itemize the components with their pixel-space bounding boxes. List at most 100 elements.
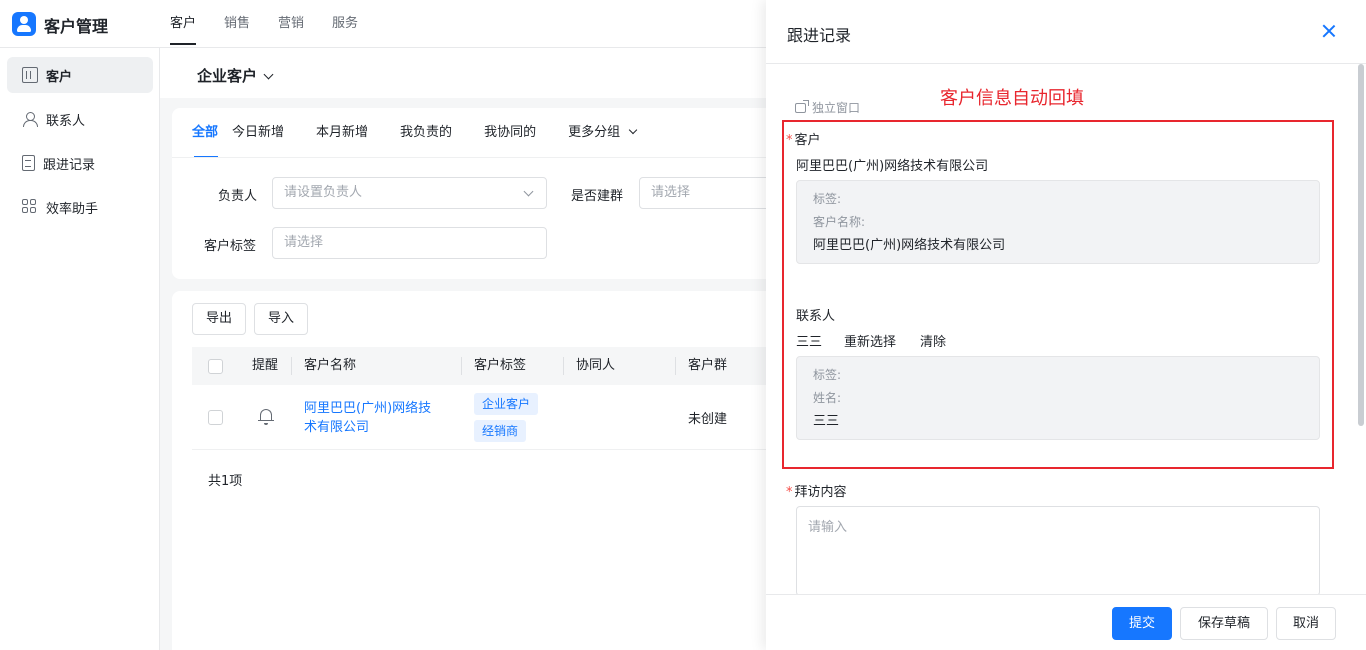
top-nav: 客户 销售 营销 服务 (170, 0, 386, 48)
submit-button[interactable]: 提交 (1112, 607, 1172, 640)
app-title: 客户管理 (44, 17, 109, 36)
tag-placeholder: 请选择 (284, 235, 324, 250)
chevron-down-icon (628, 125, 638, 135)
contact-name-value: 三三 (813, 414, 840, 429)
sidebar-item-customer[interactable]: 客户 (7, 57, 153, 93)
select-all-checkbox[interactable] (208, 359, 223, 374)
customer-name-label: 客户名称: (813, 215, 866, 229)
tab-marketing[interactable]: 营销 (278, 0, 304, 48)
page-title: 企业客户 (197, 67, 258, 85)
table-header: 提醒 客户名称 客户标签 协同人 客户群 (192, 347, 766, 385)
more-groups-label: 更多分组 (568, 125, 621, 140)
clear-link[interactable]: 清除 (920, 331, 946, 350)
customer-value: 阿里巴巴(广州)网络技术有限公司 (796, 159, 989, 174)
popout-label: 独立窗口 (812, 101, 861, 115)
contact-icon (22, 111, 38, 127)
drawer-footer: 提交 保存草稿 取消 (766, 594, 1366, 650)
filter-tab-all[interactable]: 全部 (192, 108, 219, 158)
tag-badge: 企业客户 (474, 393, 539, 415)
required-mark: * (786, 485, 793, 500)
tab-sales[interactable]: 销售 (224, 0, 250, 48)
filter-card: 全部 今日新增 本月新增 我负责的 我协同的 更多分组 负责人 请设置负责人 是… (172, 108, 779, 279)
col-collaborator: 协同人 (576, 358, 616, 373)
sidebar-item-label: 客户 (46, 69, 73, 85)
sidebar-item-contact[interactable]: 联系人 (7, 101, 153, 137)
sidebar-item-record[interactable]: 跟进记录 (7, 145, 153, 181)
sidebar: 客户 联系人 跟进记录 效率助手 (0, 48, 160, 650)
customer-tag-label: 标签: (813, 192, 842, 206)
page-header: 企业客户 (160, 48, 766, 98)
tab-service[interactable]: 服务 (332, 0, 358, 48)
contact-value: 三三 (796, 335, 823, 350)
column-separator (675, 357, 676, 375)
tag-label: 客户标签 (204, 239, 257, 254)
visit-content-textarea[interactable]: 请输入 (796, 506, 1320, 596)
tag-badge: 经销商 (474, 420, 527, 442)
column-separator (461, 357, 462, 375)
filter-tab-collab[interactable]: 我协同的 (484, 108, 536, 158)
sidebar-item-label: 效率助手 (46, 201, 99, 217)
follow-up-drawer: 跟进记录 独立窗口 客户信息自动回填 * 客户 阿里巴巴(广州)网络技术有限公司 … (766, 0, 1366, 650)
close-icon[interactable] (1322, 24, 1336, 38)
export-button[interactable]: 导出 (192, 303, 246, 335)
customer-info-box: 标签: 客户名称: 阿里巴巴(广州)网络技术有限公司 (796, 180, 1320, 264)
import-button[interactable]: 导入 (254, 303, 308, 335)
total-count: 共1项 (208, 474, 243, 489)
reselect-link[interactable]: 重新选择 (844, 331, 896, 350)
building-icon (22, 67, 38, 83)
filter-tab-month[interactable]: 本月新增 (316, 108, 368, 158)
annotation-text: 客户信息自动回填 (940, 88, 1084, 109)
column-separator (563, 357, 564, 375)
row-checkbox[interactable] (208, 410, 223, 425)
scrollbar[interactable] (1358, 64, 1364, 426)
col-name: 客户名称 (304, 358, 357, 373)
col-tags: 客户标签 (474, 358, 527, 373)
col-group: 客户群 (688, 358, 728, 373)
page-title-dropdown[interactable]: 企业客户 (197, 65, 274, 86)
filter-tab-mine[interactable]: 我负责的 (400, 108, 452, 158)
group-placeholder: 请选择 (651, 185, 691, 200)
save-draft-button[interactable]: 保存草稿 (1180, 607, 1268, 640)
tag-select[interactable]: 请选择 (272, 227, 547, 259)
col-remind: 提醒 (252, 358, 279, 373)
owner-placeholder: 请设置负责人 (284, 185, 363, 200)
group-status: 未创建 (688, 412, 728, 427)
owner-label: 负责人 (218, 189, 258, 204)
contact-tag-label: 标签: (813, 368, 842, 382)
contact-name-label: 姓名: (813, 391, 842, 405)
apps-icon (22, 199, 38, 215)
cancel-button[interactable]: 取消 (1276, 607, 1336, 640)
chevron-down-icon (523, 186, 534, 197)
filter-tabs: 全部 今日新增 本月新增 我负责的 我协同的 更多分组 (192, 108, 668, 158)
sidebar-item-label: 联系人 (46, 113, 86, 129)
sidebar-item-label: 跟进记录 (43, 157, 96, 173)
app-header: 客户管理 客户 销售 营销 服务 (0, 0, 766, 48)
table-row[interactable]: 阿里巴巴(广州)网络技 术有限公司 企业客户 经销商 未创建 (192, 385, 766, 450)
contact-label: 联系人 (796, 309, 836, 324)
customer-name-link[interactable]: 阿里巴巴(广州)网络技 术有限公司 (304, 399, 431, 437)
required-mark: * (786, 133, 793, 148)
visit-label: 拜访内容 (794, 485, 847, 500)
customer-name-value: 阿里巴巴(广州)网络技术有限公司 (813, 238, 1006, 253)
column-separator (291, 357, 292, 375)
record-icon (22, 155, 35, 171)
filter-tab-today[interactable]: 今日新增 (232, 108, 284, 158)
divider (766, 63, 1366, 64)
filter-tab-more[interactable]: 更多分组 (568, 108, 638, 158)
popout-window-button[interactable]: 独立窗口 (795, 99, 860, 116)
customer-label: 客户 (794, 133, 821, 148)
owner-select[interactable]: 请设置负责人 (272, 177, 547, 209)
popout-icon (795, 99, 809, 113)
visit-section-label: * 拜访内容 (786, 481, 847, 500)
table-card: 导出 导入 提醒 客户名称 客户标签 协同人 客户群 阿里巴巴(广州)网络技 术… (172, 291, 766, 650)
contact-info-box: 标签: 姓名: 三三 (796, 356, 1320, 440)
customer-name-line1: 阿里巴巴(广州)网络技 (304, 401, 432, 416)
group-select[interactable]: 请选择 (639, 177, 779, 209)
drawer-title: 跟进记录 (787, 26, 852, 45)
app-logo-icon (12, 12, 36, 36)
customer-section-label: * 客户 (786, 129, 821, 148)
bell-icon[interactable] (258, 409, 274, 425)
chevron-down-icon (263, 69, 274, 80)
tab-customer[interactable]: 客户 (170, 0, 197, 48)
sidebar-item-efficiency[interactable]: 效率助手 (7, 189, 153, 225)
